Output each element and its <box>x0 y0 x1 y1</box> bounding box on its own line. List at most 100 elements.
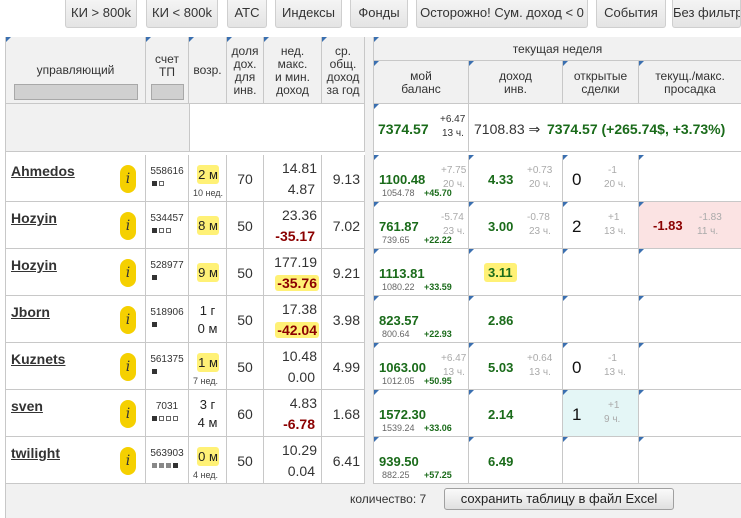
income-hours: 20 ч. <box>529 179 551 190</box>
sort-marker-icon[interactable] <box>563 61 568 66</box>
share-cell: 70 <box>227 155 264 202</box>
age-cell: 0 м 4 нед. <box>189 437 227 484</box>
week-max-min-cell: 14.81 4.87 <box>264 155 322 202</box>
open-deals-count: 1 <box>572 405 582 424</box>
drawdown-cell <box>639 343 741 390</box>
marker-icon <box>563 249 568 254</box>
marker-icon <box>469 437 474 442</box>
sort-marker-icon[interactable] <box>189 37 194 42</box>
account-status <box>152 228 173 234</box>
sort-marker-icon[interactable] <box>227 37 232 42</box>
manager-name-link[interactable]: Kuznets <box>11 351 65 367</box>
week-max-min-cell: 23.36 -35.17 <box>264 202 322 249</box>
avg-income-value: 1.68 <box>332 406 360 422</box>
header-share: доля дох. для инв. <box>227 37 264 104</box>
header-drawdown-label: просадка <box>664 81 716 96</box>
sort-marker-icon[interactable] <box>374 61 379 66</box>
share-value: 50 <box>237 453 253 469</box>
summary-change-from: 7108.83 ⇒ <box>474 121 541 137</box>
income-hours: 13 ч. <box>529 367 551 378</box>
info-icon[interactable]: i <box>120 353 136 381</box>
week-min: -35.76 <box>275 275 319 291</box>
info-icon[interactable]: i <box>120 447 136 475</box>
header-open-deals: открытые сделки <box>563 61 639 104</box>
marker-icon <box>374 104 379 109</box>
row-count: количество: 7 <box>350 492 427 506</box>
info-icon[interactable]: i <box>120 212 136 240</box>
manager-name-link[interactable]: sven <box>11 398 43 414</box>
balance-cell: 939.50 882.25 +57.25 <box>374 437 469 484</box>
info-icon[interactable]: i <box>120 400 136 428</box>
sort-marker-icon[interactable] <box>469 61 474 66</box>
balance-value: 761.87 <box>379 219 419 234</box>
balance-previous: 1080.22 <box>382 282 415 292</box>
manager-cell: Hozyin i <box>6 202 146 249</box>
manager-name-link[interactable]: Hozyin <box>11 257 57 273</box>
open-deals-cell <box>563 437 639 484</box>
open-deals-count: 0 <box>572 358 582 377</box>
manager-cell: Jborn i <box>6 296 146 343</box>
header-week-max-min-label: доход <box>276 82 309 97</box>
tab-6[interactable]: События <box>596 0 666 28</box>
tab-7[interactable]: Без фильтр <box>672 0 741 28</box>
drawdown-cell <box>639 390 741 437</box>
sort-marker-icon[interactable] <box>146 37 151 42</box>
status-square-icon <box>159 463 164 469</box>
sort-marker-icon[interactable] <box>264 37 269 42</box>
open-deals-cell: 0 -1 13 ч. <box>563 343 639 390</box>
tab-4[interactable]: Фонды <box>350 0 408 28</box>
save-excel-button[interactable]: сохранить таблицу в файл Excel <box>444 488 674 510</box>
header-open-deals-label: сделки <box>581 81 620 96</box>
account-status <box>152 181 166 187</box>
tab-3[interactable]: Индексы <box>275 0 342 28</box>
info-icon[interactable]: i <box>120 259 136 287</box>
manager-name-link[interactable]: twilight <box>11 445 60 461</box>
info-icon[interactable]: i <box>120 165 136 193</box>
balance-gain: +22.93 <box>424 329 452 339</box>
manager-name-link[interactable]: Hozyin <box>11 210 57 226</box>
share-cell: 50 <box>227 343 264 390</box>
manager-name-link[interactable]: Ahmedos <box>11 163 75 179</box>
tab-2[interactable]: АТС <box>227 0 267 28</box>
status-square-icon <box>166 463 171 469</box>
manager-name-link[interactable]: Jborn <box>11 304 50 320</box>
account-cell: 534457 <box>146 202 189 249</box>
avg-income-value: 6.41 <box>332 453 360 469</box>
status-square-icon <box>166 416 171 422</box>
income-value: 2.14 <box>488 407 514 422</box>
avg-income-cell: 7.02 <box>322 202 365 249</box>
sort-marker-icon[interactable] <box>6 37 11 42</box>
account-filter-input[interactable] <box>151 84 184 100</box>
open-deals-hours: 13 ч. <box>604 367 626 378</box>
week-max-min-cell: 10.48 0.00 <box>264 343 322 390</box>
drawdown-max: -1.83 <box>699 212 722 223</box>
age-weeks: 10 нед. <box>193 188 224 198</box>
status-square-icon <box>159 416 164 422</box>
marker-icon <box>639 390 644 395</box>
balance-value: 939.50 <box>379 454 419 469</box>
tab-0[interactable]: КИ > 800k <box>65 0 137 28</box>
balance-gain: +33.06 <box>424 423 452 433</box>
balance-cell: 1100.48 +7.75 20 ч. 1054.78 +45.70 <box>374 155 469 202</box>
sort-marker-icon[interactable] <box>322 37 327 42</box>
status-square-icon <box>152 322 157 328</box>
marker-icon <box>374 437 379 442</box>
summary-change: 7108.83 ⇒ 7374.57 (+265.74$, +3.73%) <box>469 104 741 152</box>
age-years: 3 г <box>199 397 216 412</box>
open-deals-count: 2 <box>572 217 582 236</box>
week-min: 4.87 <box>287 181 315 197</box>
manager-filter-input[interactable] <box>14 84 138 100</box>
marker-icon <box>563 296 568 301</box>
tab-5[interactable]: Осторожно! Сум. доход < 0 <box>416 0 588 28</box>
sort-marker-icon[interactable] <box>639 61 644 66</box>
info-icon[interactable]: i <box>120 306 136 334</box>
age-badge: 0 м <box>197 447 219 466</box>
sort-marker-icon[interactable] <box>374 37 379 42</box>
summary-blank <box>190 104 364 151</box>
share-value: 50 <box>237 359 253 375</box>
week-max-min-cell: 177.19 -35.76 <box>264 249 322 296</box>
tab-1[interactable]: КИ < 800k <box>146 0 218 28</box>
account-cell: 518906 <box>146 296 189 343</box>
age-badge: 2 м <box>197 165 219 184</box>
age-badge: 1 м <box>197 353 219 372</box>
